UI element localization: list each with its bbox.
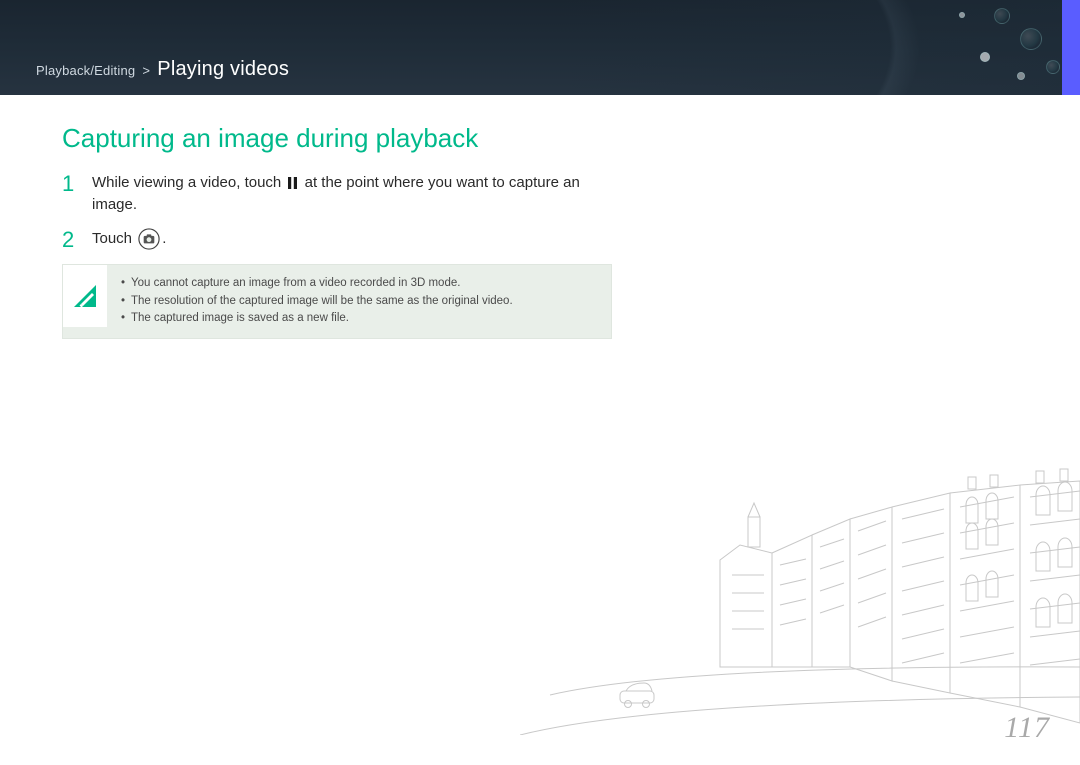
- decor-bubble: [980, 52, 990, 62]
- camera-capture-icon: [138, 228, 160, 250]
- step-text: Touch: [92, 230, 136, 247]
- decor-bubble: [994, 8, 1010, 24]
- step-number: 2: [62, 228, 92, 252]
- note-box: You cannot capture an image from a video…: [62, 264, 612, 339]
- note-list: You cannot capture an image from a video…: [107, 265, 611, 338]
- note-item: You cannot capture an image from a video…: [121, 275, 597, 293]
- decor-bubble: [1046, 60, 1060, 74]
- breadcrumb-separator: >: [142, 63, 150, 78]
- decor-bubble: [959, 12, 965, 18]
- step-number: 1: [62, 172, 92, 216]
- breadcrumb-parent: Playback/Editing: [36, 63, 135, 78]
- page-number: 117: [1004, 711, 1050, 745]
- breadcrumb: Playback/Editing > Playing videos: [36, 58, 289, 81]
- pause-icon: [287, 177, 298, 189]
- step-2: 2 Touch .: [62, 228, 622, 252]
- step-text: While viewing a video, touch: [92, 174, 285, 191]
- decor-bubble: [1017, 72, 1025, 80]
- page-content: Capturing an image during playback 1 Whi…: [0, 95, 1080, 339]
- step-text: .: [162, 230, 166, 247]
- note-item: The captured image is saved as a new fil…: [121, 310, 597, 328]
- decor-bubble: [1020, 28, 1042, 50]
- page-header: Playback/Editing > Playing videos: [0, 0, 1080, 95]
- step-body: While viewing a video, touch at the poin…: [92, 172, 622, 216]
- section-tab: [1062, 0, 1080, 95]
- breadcrumb-current: Playing videos: [157, 58, 289, 80]
- decorative-illustration: [520, 435, 1080, 735]
- step-1: 1 While viewing a video, touch at the po…: [62, 172, 622, 216]
- note-item: The resolution of the captured image wil…: [121, 293, 597, 311]
- note-icon: [63, 265, 107, 327]
- step-body: Touch .: [92, 228, 622, 252]
- section-heading: Capturing an image during playback: [62, 123, 1028, 154]
